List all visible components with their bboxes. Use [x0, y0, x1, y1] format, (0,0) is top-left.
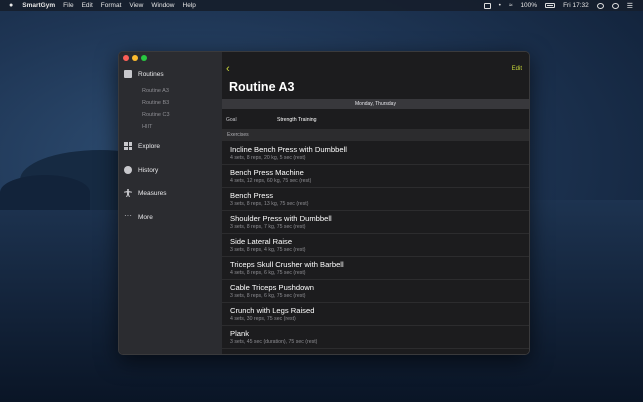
- exercise-detail: 3 sets, 8 reps, 13 kg, 75 sec (rest): [230, 201, 309, 207]
- menu-app[interactable]: SmartGym: [22, 2, 55, 9]
- battery-percent: 100%: [520, 2, 538, 9]
- goal-row[interactable]: Goal Strength Training: [222, 115, 529, 126]
- exercise-name: Bench Press: [230, 191, 274, 200]
- edit-button[interactable]: Edit: [512, 66, 522, 72]
- app-window: Routines Routine A3 Routine B3 Routine C…: [118, 51, 530, 355]
- minimize-window-button[interactable]: [132, 55, 138, 61]
- exercise-name: Incline Bench Press with Dumbbell: [230, 145, 347, 154]
- sidebar-item-measures[interactable]: Measures: [124, 189, 167, 197]
- sidebar-item-more[interactable]: ··· More: [124, 211, 153, 221]
- list-item[interactable]: Cable Triceps Pushdown 3 sets, 8 reps, 6…: [222, 280, 529, 303]
- close-window-button[interactable]: [123, 55, 129, 61]
- sidebar-item-label: Measures: [138, 189, 167, 197]
- exercise-detail: 4 sets, 12 reps, 60 kg, 75 sec (rest): [230, 178, 312, 184]
- list-item[interactable]: Bench Press Machine 4 sets, 12 reps, 60 …: [222, 165, 529, 188]
- list-item[interactable]: Incline Bench Press with Dumbbell 4 sets…: [222, 142, 529, 165]
- menu-format[interactable]: Format: [101, 2, 122, 9]
- clipboard-icon: [124, 70, 132, 78]
- airplay-icon[interactable]: [483, 2, 491, 9]
- status-area: • ≈ 100% Fri 17:32 ☰: [483, 2, 643, 10]
- exercise-name: Shoulder Press with Dumbbell: [230, 214, 332, 223]
- menu-edit[interactable]: Edit: [82, 2, 93, 9]
- wifi-icon[interactable]: ≈: [509, 2, 513, 9]
- sidebar-routine-c3[interactable]: Routine C3: [142, 112, 170, 118]
- sidebar-item-history[interactable]: History: [124, 166, 158, 174]
- sidebar-item-label: History: [138, 166, 159, 174]
- list-item[interactable]: Bench Press 3 sets, 8 reps, 13 kg, 75 se…: [222, 188, 529, 211]
- clock-icon: [124, 166, 132, 174]
- body-icon: [124, 189, 132, 197]
- clock[interactable]: Fri 17:32: [563, 2, 589, 9]
- battery-icon[interactable]: [545, 3, 556, 8]
- exercise-name: Cable Triceps Pushdown: [230, 283, 314, 292]
- zoom-window-button[interactable]: [141, 55, 147, 61]
- search-icon[interactable]: [596, 2, 604, 9]
- goal-value: Strength Training: [277, 117, 317, 123]
- sidebar: Routines Routine A3 Routine B3 Routine C…: [119, 52, 222, 354]
- menu-help[interactable]: Help: [183, 2, 196, 9]
- menu-file[interactable]: File: [63, 2, 73, 9]
- menu-view[interactable]: View: [129, 2, 143, 9]
- exercise-detail: 3 sets, 8 reps, 4 kg, 75 sec (rest): [230, 247, 306, 253]
- sidebar-item-label: Explore: [138, 142, 161, 150]
- sidebar-routine-a3[interactable]: Routine A3: [142, 88, 169, 94]
- more-icon: ···: [124, 211, 132, 220]
- menu-bar: ● SmartGym File Edit Format View Window …: [0, 0, 643, 11]
- sidebar-routine-hiit[interactable]: HIIT: [142, 124, 152, 130]
- exercise-detail: 3 sets, 8 reps, 7 kg, 75 sec (rest): [230, 224, 306, 230]
- sidebar-item-explore[interactable]: Explore: [124, 142, 160, 150]
- list-item[interactable]: Crunch with Legs Raised 4 sets, 30 reps,…: [222, 303, 529, 326]
- grid-icon: [124, 142, 132, 150]
- sidebar-item-label: More: [138, 213, 153, 221]
- menu-window[interactable]: Window: [151, 2, 174, 9]
- exercise-list: Incline Bench Press with Dumbbell 4 sets…: [222, 142, 529, 349]
- list-item[interactable]: Plank 3 sets, 45 sec (duration), 75 sec …: [222, 326, 529, 349]
- control-center-icon[interactable]: ☰: [627, 2, 633, 10]
- goal-label: Goal: [226, 117, 237, 123]
- exercise-name: Bench Press Machine: [230, 168, 304, 177]
- desktop-island-far: [0, 175, 90, 210]
- list-item[interactable]: Triceps Skull Crusher with Barbell 4 set…: [222, 257, 529, 280]
- exercise-detail: 4 sets, 8 reps, 20 kg, 5 sec (rest): [230, 155, 306, 161]
- exercise-detail: 4 sets, 8 reps, 6 kg, 75 sec (rest): [230, 270, 306, 276]
- page-title: Routine A3: [229, 80, 295, 94]
- exercise-name: Side Lateral Raise: [230, 237, 293, 246]
- back-chevron-icon[interactable]: ‹: [226, 64, 230, 75]
- list-item[interactable]: Shoulder Press with Dumbbell 3 sets, 8 r…: [222, 211, 529, 234]
- sidebar-item-routines[interactable]: Routines: [124, 70, 164, 78]
- window-controls: [123, 55, 147, 61]
- exercise-name: Triceps Skull Crusher with Barbell: [230, 260, 344, 269]
- exercise-detail: 3 sets, 45 sec (duration), 75 sec (rest): [230, 339, 318, 345]
- list-item[interactable]: Side Lateral Raise 3 sets, 8 reps, 4 kg,…: [222, 234, 529, 257]
- exercises-section-header: Exercises: [222, 129, 529, 141]
- routine-detail: ‹ Edit Routine A3 Monday, Thursday Goal …: [222, 52, 529, 354]
- exercise-name: Plank: [230, 329, 249, 338]
- routine-days[interactable]: Monday, Thursday: [222, 99, 529, 109]
- bluetooth-icon[interactable]: •: [499, 2, 501, 9]
- siri-icon[interactable]: [611, 2, 619, 9]
- exercise-detail: 3 sets, 8 reps, 6 kg, 75 sec (rest): [230, 293, 306, 299]
- exercise-name: Crunch with Legs Raised: [230, 306, 315, 315]
- exercise-detail: 4 sets, 30 reps, 75 sec (rest): [230, 316, 296, 322]
- apple-menu-icon[interactable]: ●: [9, 2, 13, 9]
- sidebar-item-label: Routines: [138, 70, 164, 78]
- sidebar-routine-b3[interactable]: Routine B3: [142, 100, 169, 106]
